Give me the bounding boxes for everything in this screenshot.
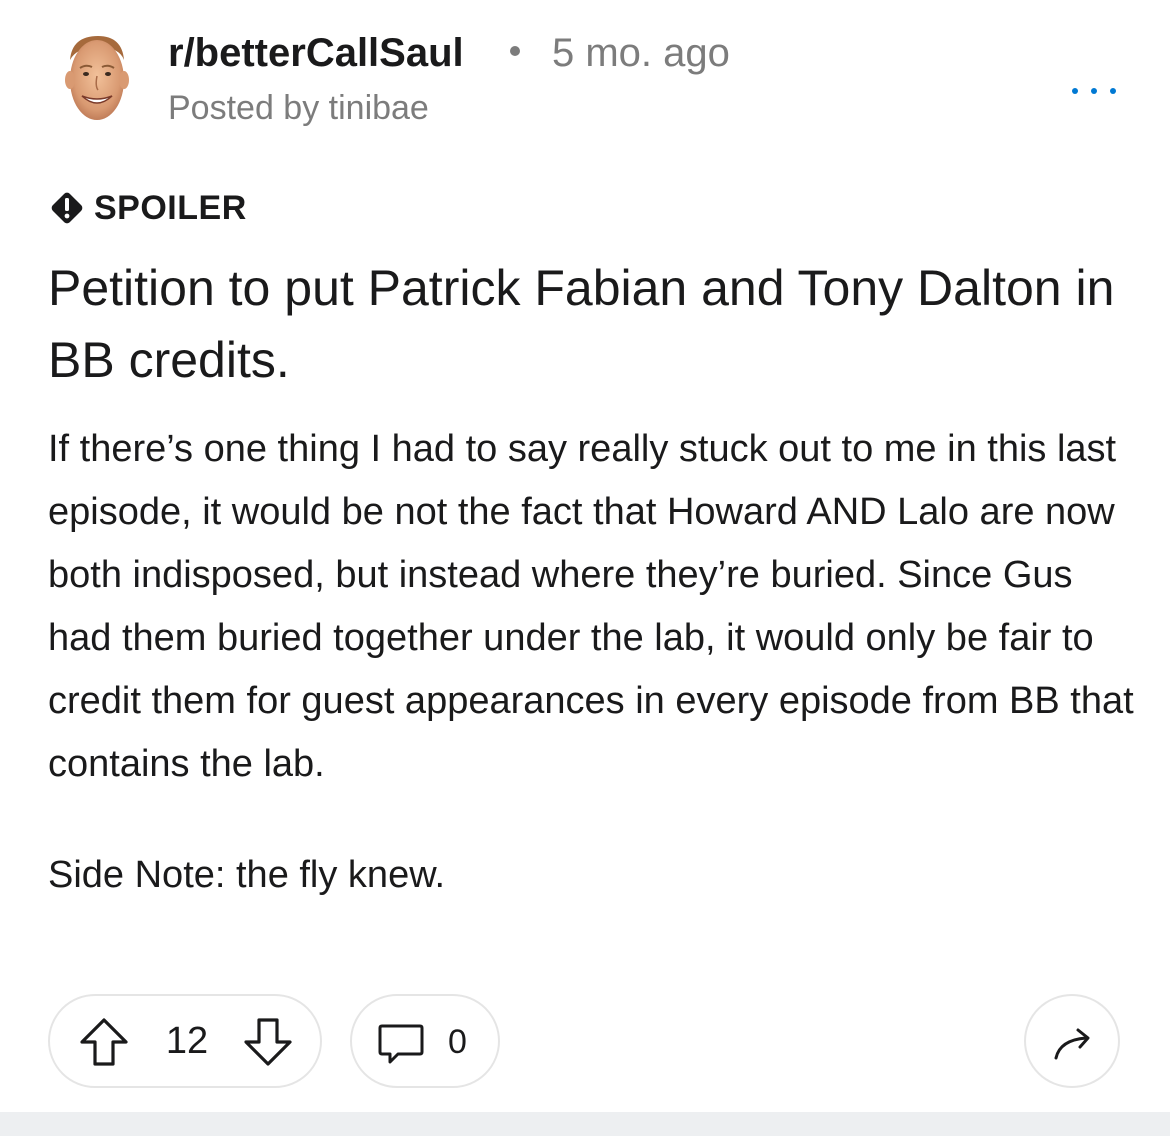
- separator-dot: [510, 46, 520, 56]
- more-dots-icon: [1110, 88, 1116, 94]
- subreddit-avatar[interactable]: [62, 30, 130, 126]
- spoiler-label: SPOILER: [94, 188, 247, 227]
- more-dots-icon: [1072, 88, 1078, 94]
- post-body-paragraph: Side Note: the fly knew.: [48, 854, 446, 896]
- alert-diamond-icon: [51, 192, 83, 224]
- share-button[interactable]: [1024, 994, 1120, 1088]
- more-options-button[interactable]: [1072, 76, 1116, 106]
- posted-by[interactable]: Posted by tinibae: [168, 88, 429, 128]
- post-card: r/betterCallSaul 5 mo. ago Posted by tin…: [0, 0, 1170, 1112]
- vote-count: 12: [165, 1020, 209, 1062]
- post-timestamp: 5 mo. ago: [552, 31, 730, 75]
- comments-button[interactable]: 0: [350, 994, 500, 1088]
- more-dots-icon: [1091, 88, 1097, 94]
- feed-divider: [0, 1112, 1170, 1136]
- downvote-arrow-icon[interactable]: [240, 1014, 296, 1070]
- share-arrow-icon: [1054, 1028, 1090, 1060]
- comment-count: 0: [448, 1023, 467, 1061]
- post-body-paragraph: If there’s one thing I had to say really…: [48, 428, 1134, 785]
- post-body: If there’s one thing I had to say really…: [48, 418, 1138, 907]
- comment-bubble-icon: [378, 1024, 424, 1064]
- vote-controls: 12: [48, 994, 322, 1088]
- upvote-arrow-icon[interactable]: [76, 1014, 132, 1070]
- post-title[interactable]: Petition to put Patrick Fabian and Tony …: [48, 252, 1128, 396]
- subreddit-name[interactable]: r/betterCallSaul: [168, 30, 464, 76]
- spoiler-flair: SPOILER: [48, 188, 247, 228]
